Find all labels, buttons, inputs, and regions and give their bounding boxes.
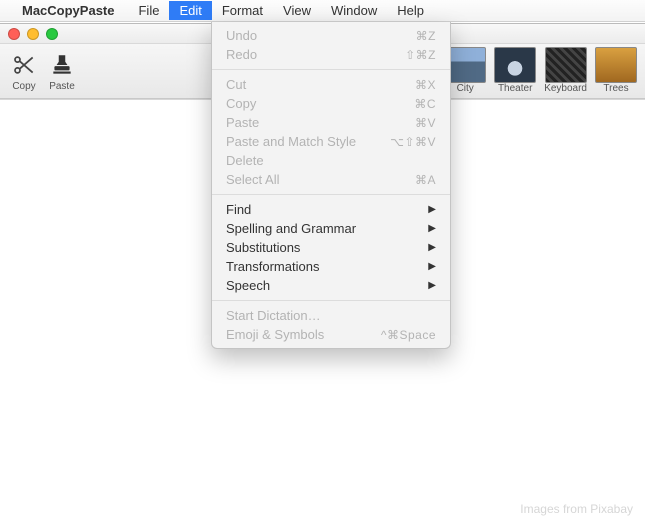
menu-item-label: Cut (226, 77, 246, 92)
thumb-label: City (457, 83, 474, 94)
menu-separator (212, 300, 450, 301)
shortcut-label: ^⌘Space (381, 328, 436, 342)
menu-item-label: Transformations (226, 259, 319, 274)
toolbar-label: Paste (49, 81, 75, 92)
menu-item-label: Speech (226, 278, 270, 293)
thumb-image (494, 47, 536, 83)
scissors-icon (10, 51, 38, 79)
menu-item-spelling-and-grammar[interactable]: Spelling and Grammar ▶ (212, 219, 450, 238)
shortcut-label: ⌘C (414, 97, 436, 111)
edit-menu-dropdown: Undo ⌘Z Redo ⇧⌘Z Cut ⌘X Copy ⌘C Paste ⌘V Paste and… (211, 22, 451, 349)
thumb-image (595, 47, 637, 83)
menu-item-select-all: Select All ⌘A (212, 170, 450, 189)
menu-item-label: Paste and Match Style (226, 134, 356, 149)
menu-item-redo: Redo ⇧⌘Z (212, 45, 450, 64)
menu-separator (212, 194, 450, 195)
menubar: MacCopyPaste FileEditFormatViewWindowHel… (0, 0, 645, 22)
menu-item-substitutions[interactable]: Substitutions ▶ (212, 238, 450, 257)
thumb-label: Theater (498, 83, 532, 94)
toolbar-label: Copy (12, 81, 35, 92)
submenu-arrow-icon: ▶ (428, 261, 436, 272)
thumb-keyboard[interactable]: Keyboard (544, 47, 587, 94)
menu-item-label: Redo (226, 47, 257, 62)
menu-item-label: Substitutions (226, 240, 300, 255)
menu-separator (212, 69, 450, 70)
menu-file[interactable]: File (128, 1, 169, 20)
menu-item-emoji-symbols: Emoji & Symbols ^⌘Space (212, 325, 450, 344)
menu-item-paste: Paste ⌘V (212, 113, 450, 132)
menu-edit[interactable]: Edit (169, 1, 211, 20)
menu-item-label: Undo (226, 28, 257, 43)
menu-view[interactable]: View (273, 1, 321, 20)
menu-item-paste-and-match-style: Paste and Match Style ⌥⇧⌘V (212, 132, 450, 151)
minimize-icon[interactable] (27, 28, 39, 40)
menu-item-label: Find (226, 202, 251, 217)
menu-item-label: Spelling and Grammar (226, 221, 356, 236)
close-icon[interactable] (8, 28, 20, 40)
stamp-icon (48, 51, 76, 79)
submenu-arrow-icon: ▶ (428, 223, 436, 234)
menu-item-start-dictation: Start Dictation… (212, 306, 450, 325)
submenu-arrow-icon: ▶ (428, 280, 436, 291)
app-name[interactable]: MacCopyPaste (22, 3, 114, 18)
shortcut-label: ⌥⇧⌘V (390, 135, 436, 149)
shortcut-label: ⌘A (415, 173, 436, 187)
shortcut-label: ⇧⌘Z (405, 48, 436, 62)
menu-item-transformations[interactable]: Transformations ▶ (212, 257, 450, 276)
menu-item-label: Delete (226, 153, 264, 168)
thumb-image (545, 47, 587, 83)
shortcut-label: ⌘X (415, 78, 436, 92)
paste-button[interactable]: Paste (48, 51, 76, 92)
menu-item-copy: Copy ⌘C (212, 94, 450, 113)
watermark: Images from Pixabay (520, 502, 633, 516)
thumb-label: Trees (603, 83, 628, 94)
menu-item-label: Emoji & Symbols (226, 327, 324, 342)
menu-item-label: Copy (226, 96, 256, 111)
menu-item-find[interactable]: Find ▶ (212, 200, 450, 219)
menu-item-undo: Undo ⌘Z (212, 26, 450, 45)
menu-item-label: Select All (226, 172, 279, 187)
menu-item-delete: Delete (212, 151, 450, 170)
thumb-theater[interactable]: Theater (494, 47, 536, 94)
thumb-label: Keyboard (544, 83, 587, 94)
submenu-arrow-icon: ▶ (428, 204, 436, 215)
shortcut-label: ⌘Z (416, 29, 436, 43)
zoom-icon[interactable] (46, 28, 58, 40)
menu-format[interactable]: Format (212, 1, 273, 20)
submenu-arrow-icon: ▶ (428, 242, 436, 253)
thumb-trees[interactable]: Trees (595, 47, 637, 94)
menu-window[interactable]: Window (321, 1, 387, 20)
menu-help[interactable]: Help (387, 1, 434, 20)
menu-item-speech[interactable]: Speech ▶ (212, 276, 450, 295)
menu-item-cut: Cut ⌘X (212, 75, 450, 94)
shortcut-label: ⌘V (415, 116, 436, 130)
menu-item-label: Start Dictation… (226, 308, 321, 323)
thumbnail-strip: City Theater Keyboard Trees (444, 47, 637, 94)
copy-button[interactable]: Copy (10, 51, 38, 92)
menu-item-label: Paste (226, 115, 259, 130)
